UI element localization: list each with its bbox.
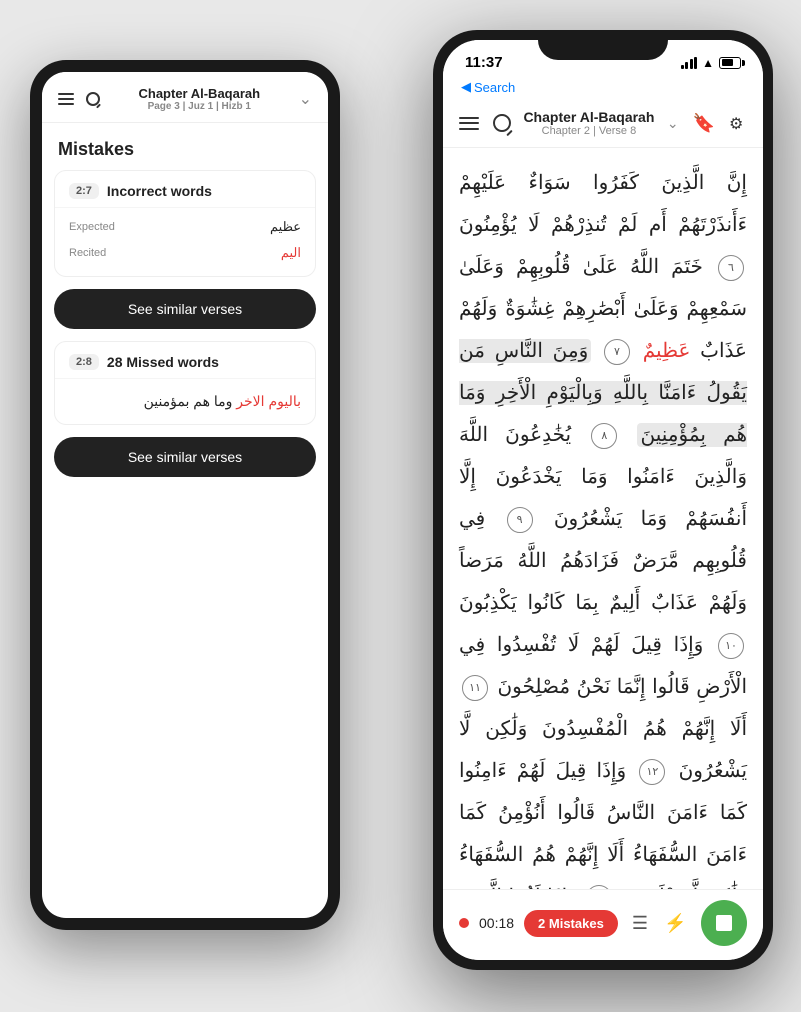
hamburger-icon[interactable] xyxy=(58,93,74,105)
list-icon[interactable]: ☰ xyxy=(632,913,648,934)
mistake-card-1: 2:7 Incorrect words Expected عظيم Recite… xyxy=(54,170,316,277)
missed-text: باليوم الاخر وما هم بمؤمنين xyxy=(69,389,301,414)
header-chapter-name: Chapter Al-Baqarah xyxy=(511,109,667,125)
expected-row: Expected عظيم xyxy=(69,214,301,240)
search-icon[interactable] xyxy=(86,92,100,106)
chapter-sub: Page 3 | Juz 1 | Hizb 1 xyxy=(112,101,287,112)
chevron-left-icon: ◀ xyxy=(461,79,471,95)
quran-area: إِنَّ الَّذِينَ كَفَرُوا سَوَاءٌ عَلَيْه… xyxy=(443,148,763,889)
expected-label: Expected xyxy=(69,221,124,233)
chevron-down-icon[interactable]: ⌄ xyxy=(667,115,679,132)
recording-time: 00:18 xyxy=(479,915,514,931)
mistake-type-1: Incorrect words xyxy=(107,183,212,199)
battery-icon xyxy=(719,57,741,69)
missed-normal-text: وما هم بمؤمنين xyxy=(144,393,233,409)
front-phone: 11:37 ▲ ◀ Search xyxy=(433,30,773,970)
front-phone-screen: 11:37 ▲ ◀ Search xyxy=(443,40,763,960)
bottom-bar: 00:18 2 Mistakes ☰ ⚡ xyxy=(443,889,763,960)
status-icons: ▲ xyxy=(681,56,741,70)
verse-badge-1: 2:7 xyxy=(69,183,99,199)
header-chapter-sub: Chapter 2 | Verse 8 xyxy=(511,125,667,137)
recording-indicator xyxy=(459,918,469,928)
mistakes-chip[interactable]: 2 Mistakes xyxy=(524,910,618,937)
status-time: 11:37 xyxy=(465,54,503,71)
stop-icon xyxy=(716,915,732,931)
bookmark-icon[interactable]: 🔖 xyxy=(693,113,715,134)
see-similar-button-2[interactable]: See similar verses xyxy=(54,437,316,477)
menu-icon[interactable] xyxy=(459,117,479,130)
recited-label: Recited xyxy=(69,247,124,259)
back-header: Chapter Al-Baqarah Page 3 | Juz 1 | Hizb… xyxy=(42,72,328,123)
nav-back-button[interactable]: ◀ Search xyxy=(461,79,515,95)
mistakes-title: Mistakes xyxy=(42,123,328,170)
mistake-card-2: 2:8 28 Missed words باليوم الاخر وما هم … xyxy=(54,341,316,425)
missed-words-box: باليوم الاخر وما هم بمؤمنين xyxy=(55,378,315,424)
recited-value: اليم xyxy=(132,245,301,261)
tag-icon[interactable]: ⚡ xyxy=(664,913,686,934)
settings-icon[interactable]: ⚙ xyxy=(729,114,747,132)
search-icon[interactable] xyxy=(493,114,511,132)
chevron-down-icon[interactable]: ⌄ xyxy=(299,89,312,109)
app-header: Chapter Al-Baqarah Chapter 2 | Verse 8 ⌄… xyxy=(443,101,763,148)
see-similar-button-1[interactable]: See similar verses xyxy=(54,289,316,329)
verse-badge-2: 2:8 xyxy=(69,354,99,370)
chapter-name: Chapter Al-Baqarah xyxy=(112,86,287,101)
mistake-type-2: 28 Missed words xyxy=(107,354,219,370)
wifi-icon: ▲ xyxy=(702,56,714,70)
quran-text: إِنَّ الَّذِينَ كَفَرُوا سَوَاءٌ عَلَيْه… xyxy=(459,162,747,889)
back-phone: Chapter Al-Baqarah Page 3 | Juz 1 | Hizb… xyxy=(30,60,340,930)
stop-button[interactable] xyxy=(701,900,747,946)
back-phone-screen: Chapter Al-Baqarah Page 3 | Juz 1 | Hizb… xyxy=(42,72,328,918)
recited-row: Recited اليم xyxy=(69,240,301,266)
nav-back-label: Search xyxy=(474,80,515,95)
missed-red-text: باليوم الاخر xyxy=(236,393,301,409)
notch xyxy=(538,30,668,60)
nav-bar[interactable]: ◀ Search xyxy=(443,75,763,101)
signal-icon xyxy=(681,57,698,69)
expected-value: عظيم xyxy=(132,219,301,235)
